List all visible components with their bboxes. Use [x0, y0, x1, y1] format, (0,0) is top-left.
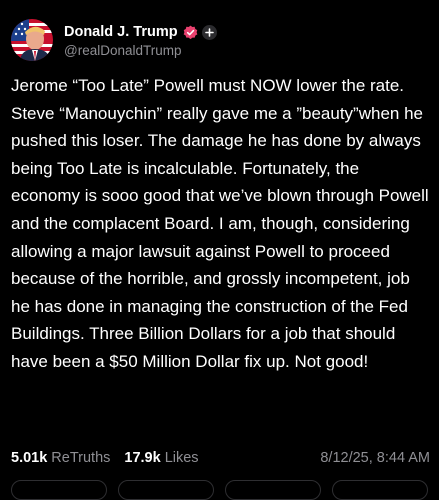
- plus-icon: [204, 27, 214, 37]
- post-timestamp[interactable]: 8/12/25, 8:44 AM: [320, 450, 430, 466]
- share-button[interactable]: [332, 480, 428, 500]
- display-name[interactable]: Donald J. Trump: [64, 24, 178, 40]
- name-row: Donald J. Trump: [64, 22, 217, 42]
- likes-stat[interactable]: 17.9k Likes: [124, 450, 198, 466]
- likes-label: Likes: [164, 450, 199, 466]
- action-bar: [0, 480, 439, 500]
- likes-count: 17.9k: [124, 450, 161, 466]
- avatar[interactable]: [11, 19, 53, 61]
- retruth-button[interactable]: [118, 480, 214, 500]
- portrait-icon: [11, 19, 53, 61]
- post-header: Donald J. Trump @realDonaldTrump: [11, 18, 217, 62]
- retruths-stat[interactable]: 5.01k ReTruths: [11, 450, 110, 466]
- reply-button[interactable]: [11, 480, 107, 500]
- retruths-label: ReTruths: [51, 450, 111, 466]
- author-handle[interactable]: @realDonaldTrump: [64, 43, 217, 58]
- verified-badge-icon: [183, 25, 198, 40]
- author-identity: Donald J. Trump @realDonaldTrump: [64, 22, 217, 58]
- like-button[interactable]: [225, 480, 321, 500]
- follow-button[interactable]: [201, 24, 217, 40]
- post-stats-bar: 5.01k ReTruths 17.9k Likes 8/12/25, 8:44…: [11, 447, 430, 469]
- post-body-text: Jerome “Too Late” Powell must NOW lower …: [11, 76, 429, 371]
- retruths-count: 5.01k: [11, 450, 48, 466]
